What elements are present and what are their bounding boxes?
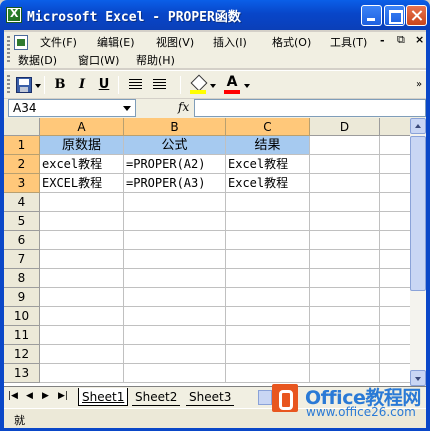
bold-button[interactable]: B xyxy=(50,75,70,95)
row-header-6[interactable]: 6 xyxy=(4,231,40,250)
cell-e2[interactable] xyxy=(380,155,410,174)
cell-b3[interactable]: =PROPER(A3) xyxy=(124,174,226,193)
workbook-icon[interactable] xyxy=(14,35,28,50)
cell-d2[interactable] xyxy=(310,155,380,174)
office-logo-icon xyxy=(272,384,300,414)
prev-sheet-icon[interactable]: ◀ xyxy=(26,391,33,401)
watermark-url: www.office26.com xyxy=(306,405,416,419)
doc-restore-button[interactable]: ⧉ xyxy=(397,33,405,47)
cell-a3[interactable]: EXCEL教程 xyxy=(40,174,124,193)
cell-e1[interactable] xyxy=(380,136,410,155)
row-header-12[interactable]: 12 xyxy=(4,345,40,364)
row-header-9[interactable]: 9 xyxy=(4,288,40,307)
menu-format[interactable]: 格式(O) xyxy=(272,34,311,50)
formula-bar: A34 fx xyxy=(4,99,426,118)
cell-b2[interactable]: =PROPER(A2) xyxy=(124,155,226,174)
window-title: Microsoft Excel - PROPER函数 xyxy=(27,10,241,25)
tab-sheet1[interactable]: Sheet1 xyxy=(78,388,129,406)
title-bar: Microsoft Excel - PROPER函数 xyxy=(0,0,430,30)
vertical-scrollbar[interactable] xyxy=(410,118,426,386)
menu-grip-handle[interactable] xyxy=(7,36,10,64)
column-header-d[interactable]: D xyxy=(310,118,380,136)
tab-sheet2[interactable]: Sheet2 xyxy=(132,388,181,406)
first-sheet-icon[interactable]: |◀ xyxy=(8,391,18,401)
formula-input[interactable] xyxy=(194,99,426,117)
row-header-3[interactable]: 3 xyxy=(4,174,40,193)
tab-sheet3[interactable]: Sheet3 xyxy=(186,388,235,406)
column-header-c[interactable]: C xyxy=(226,118,310,136)
formatting-toolbar: B I U A » xyxy=(4,70,426,98)
toolbar-separator xyxy=(118,76,119,94)
cell-c3[interactable]: Excel教程 xyxy=(226,174,310,193)
toolbar-separator xyxy=(44,76,45,94)
last-sheet-icon[interactable]: ▶| xyxy=(58,391,68,401)
status-text: 就 xyxy=(14,414,25,427)
row-header-10[interactable]: 10 xyxy=(4,307,40,326)
cell-a1[interactable]: 原数据 xyxy=(40,136,124,155)
row-header-8[interactable]: 8 xyxy=(4,269,40,288)
column-header-a[interactable]: A xyxy=(40,118,124,136)
select-all-corner[interactable] xyxy=(4,118,40,136)
menu-insert[interactable]: 插入(I) xyxy=(213,34,247,50)
minimize-button[interactable] xyxy=(361,5,382,26)
align-center-icon[interactable] xyxy=(153,79,166,90)
cell-c2[interactable]: Excel教程 xyxy=(226,155,310,174)
column-header-b[interactable]: B xyxy=(124,118,226,136)
menu-view[interactable]: 视图(V) xyxy=(156,34,194,50)
font-color-dropdown-arrow[interactable] xyxy=(244,84,250,88)
row-header-1[interactable]: 1 xyxy=(4,136,40,155)
scroll-thumb[interactable] xyxy=(410,136,426,291)
row-header-13[interactable]: 13 xyxy=(4,364,40,383)
window-frame-right xyxy=(426,30,430,431)
doc-close-button[interactable]: × xyxy=(415,33,424,46)
horizontal-scroll-left-icon[interactable] xyxy=(258,390,272,405)
menu-edit[interactable]: 编辑(E) xyxy=(97,34,135,50)
toolbar-options-icon[interactable]: » xyxy=(416,79,422,90)
align-left-icon[interactable] xyxy=(129,79,142,90)
row-header-4[interactable]: 4 xyxy=(4,193,40,212)
row-header-5[interactable]: 5 xyxy=(4,212,40,231)
name-box[interactable]: A34 xyxy=(8,99,136,117)
maximize-button[interactable] xyxy=(384,5,405,26)
menu-tools[interactable]: 工具(T) xyxy=(330,34,367,50)
next-sheet-icon[interactable]: ▶ xyxy=(42,391,49,401)
underline-button[interactable]: U xyxy=(94,75,114,95)
fill-color-icon[interactable] xyxy=(190,76,206,94)
menu-window[interactable]: 窗口(W) xyxy=(78,52,119,68)
cell-d3[interactable] xyxy=(310,174,380,193)
empty-cells-area[interactable] xyxy=(40,193,410,383)
toolbar-separator xyxy=(180,76,181,94)
fill-color-dropdown-arrow[interactable] xyxy=(210,84,216,88)
cell-b1[interactable]: 公式 xyxy=(124,136,226,155)
cell-e3[interactable] xyxy=(380,174,410,193)
worksheet-grid: A B C D 1 2 3 4 5 6 7 8 9 10 11 12 13 原数… xyxy=(4,118,410,386)
name-box-value: A34 xyxy=(13,101,37,115)
save-dropdown-arrow[interactable] xyxy=(35,84,41,88)
save-icon[interactable] xyxy=(16,77,32,93)
menu-help[interactable]: 帮助(H) xyxy=(136,52,175,68)
menu-file[interactable]: 文件(F) xyxy=(40,34,77,50)
toolbar-grip-handle[interactable] xyxy=(7,75,10,95)
insert-function-icon[interactable]: fx xyxy=(178,100,189,114)
scroll-up-icon[interactable] xyxy=(410,118,426,134)
italic-button[interactable]: I xyxy=(72,75,92,95)
cell-a2[interactable]: excel教程 xyxy=(40,155,124,174)
row-header-2[interactable]: 2 xyxy=(4,155,40,174)
menu-data[interactable]: 数据(D) xyxy=(18,52,57,68)
cell-c1[interactable]: 结果 xyxy=(226,136,310,155)
excel-app-icon[interactable] xyxy=(6,7,22,23)
column-header-e[interactable] xyxy=(380,118,410,136)
close-button[interactable] xyxy=(406,5,427,26)
row-header-11[interactable]: 11 xyxy=(4,326,40,345)
chevron-down-icon[interactable] xyxy=(123,106,131,111)
doc-minimize-button[interactable]: - xyxy=(380,34,385,47)
font-color-icon[interactable]: A xyxy=(224,74,240,94)
menu-bar: 文件(F) 编辑(E) 视图(V) 插入(I) 格式(O) 工具(T) 数据(D… xyxy=(4,32,426,68)
row-header-7[interactable]: 7 xyxy=(4,250,40,269)
cell-d1[interactable] xyxy=(310,136,380,155)
window-frame-left xyxy=(0,30,4,431)
